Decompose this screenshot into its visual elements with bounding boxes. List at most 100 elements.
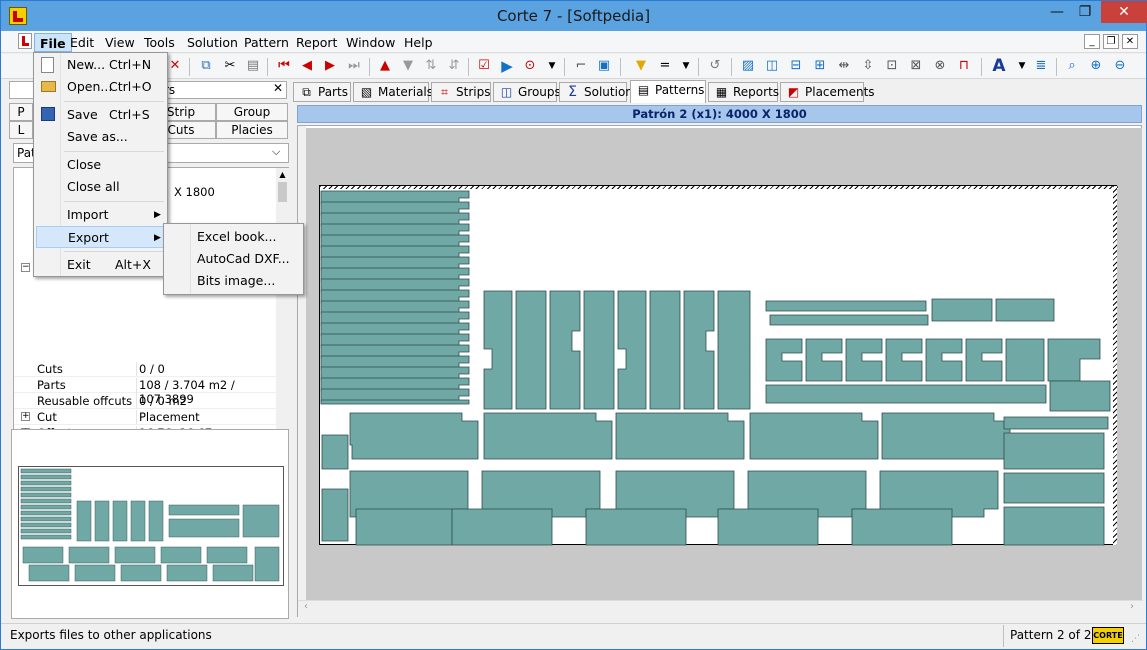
tab-placies[interactable]: Placies [216, 121, 288, 139]
options-dropdown-icon[interactable]: ▼ [544, 58, 560, 74]
previous-record-icon[interactable]: ◀ [299, 58, 315, 74]
nesting-layout-svg [320, 190, 1111, 546]
tab-parts[interactable]: ⧉ Parts [293, 82, 351, 102]
frame-icon[interactable]: ⊓ [956, 58, 972, 74]
options-icon[interactable]: ⊙ [522, 58, 538, 74]
scroll-left-icon[interactable]: ‹ [304, 601, 308, 612]
mdi-minimize-icon[interactable]: _ [1084, 34, 1100, 49]
first-record-icon[interactable]: ⏮ [276, 58, 292, 74]
resize-grip-icon[interactable]: ⋰ [1131, 634, 1140, 644]
menu-item-import[interactable]: Import ▶ [36, 204, 165, 226]
equals-icon[interactable]: = [657, 58, 673, 74]
minimize-window-icon[interactable]: — [1043, 1, 1071, 23]
zoom-icon[interactable]: ⌕ [1064, 58, 1080, 74]
cut-icon[interactable]: ✂ [222, 58, 238, 74]
font-icon[interactable]: A [991, 58, 1007, 75]
checklist-icon[interactable]: ☑ [476, 58, 492, 74]
menu-pattern[interactable]: Pattern [239, 33, 294, 52]
layout-icon[interactable]: ⌐ [573, 58, 589, 74]
font-dropdown-icon[interactable]: ▼ [1014, 58, 1030, 74]
tab-left-l[interactable]: L [9, 121, 33, 139]
sort-ascending-icon[interactable]: ⇅ [423, 58, 439, 74]
close-window-icon[interactable]: ✕ [1101, 1, 1147, 23]
fit-icon[interactable]: ⊡ [884, 58, 900, 74]
tab-group[interactable]: Group [216, 103, 288, 121]
menu-item-new[interactable]: New... Ctrl+N [36, 54, 165, 76]
filter-dropdown-icon[interactable]: ▼ [678, 58, 694, 74]
window-tile-icon[interactable]: ▣ [596, 58, 612, 74]
menu-item-export-label: Export [68, 230, 109, 245]
tab-patterns[interactable]: ▤ Patterns [630, 80, 706, 103]
tab-materials[interactable]: ▧ Materials [353, 82, 433, 102]
menu-window[interactable]: Window [341, 33, 400, 52]
next-record-icon[interactable]: ▶ [322, 58, 338, 74]
menu-solution[interactable]: Solution [182, 33, 243, 52]
tab-strips[interactable]: ⌗ Strips [431, 82, 491, 102]
menu-item-close-all[interactable]: Close all [36, 176, 165, 198]
menu-report[interactable]: Report [291, 33, 342, 52]
filter-icon[interactable]: ▼ [633, 58, 649, 74]
chevron-down-icon[interactable]: ⌵ [272, 145, 280, 159]
tab-groups[interactable]: ◫ Groups [493, 82, 561, 102]
paste-icon[interactable]: ▤ [245, 58, 261, 74]
menu-item-open[interactable]: Open... Ctrl+O [36, 76, 165, 98]
scroll-right-icon[interactable]: › [1130, 601, 1134, 612]
copy-icon[interactable]: ⧉ [198, 58, 214, 74]
scroll-up-icon[interactable]: ▲ [277, 170, 288, 179]
zoom-box-icon[interactable]: ⊠ [908, 58, 924, 74]
canvas-background [306, 128, 1142, 602]
undo-icon[interactable]: ↺ [707, 58, 723, 74]
shrink-icon[interactable]: ⊗ [932, 58, 948, 74]
menu-edit[interactable]: Edit [65, 33, 99, 52]
last-record-icon[interactable]: ⏭ [346, 58, 362, 74]
menu-bar: File Edit View Tools Solution Pattern Re… [1, 31, 1146, 53]
expand-vertical-icon[interactable]: ⇳ [860, 58, 876, 74]
menu-item-export[interactable]: Export ▶ [36, 226, 165, 248]
collapse-icon[interactable]: − [21, 263, 30, 272]
tab-reports[interactable]: ▦ Reports [708, 82, 779, 102]
property-row[interactable]: + Cut Placement [14, 409, 276, 425]
menu-tools[interactable]: Tools [139, 33, 180, 52]
menu-item-exit[interactable]: Exit Alt+X [36, 254, 165, 276]
status-page: Pattern 2 of 2 [1010, 628, 1092, 642]
hatch-icon[interactable]: ▨ [740, 58, 756, 74]
align-icon[interactable]: ⊞ [812, 58, 828, 74]
horizontal-scrollbar[interactable]: ‹ › [298, 600, 1143, 617]
text-align-icon[interactable]: ≣ [1033, 58, 1049, 74]
pattern-canvas[interactable]: ‹ › [297, 125, 1143, 617]
menu-item-exit-shortcut: Alt+X [115, 257, 151, 272]
zoom-in-icon[interactable]: ⊕ [1088, 58, 1104, 74]
property-row[interactable]: Cuts 0 / 0 [14, 361, 276, 377]
tab-solution[interactable]: Σ Solution [559, 82, 633, 102]
menu-help[interactable]: Help [399, 33, 438, 52]
menu-item-close[interactable]: Close [36, 154, 165, 176]
sort-descending-icon[interactable]: ⇵ [446, 58, 462, 74]
zoom-out-icon[interactable]: ⊖ [1112, 58, 1128, 74]
tab-placements[interactable]: ◩ Placements [780, 82, 875, 102]
scroll-thumb[interactable] [278, 182, 287, 202]
mdi-restore-icon[interactable]: ❐ [1103, 34, 1119, 49]
property-row[interactable]: Parts 108 / 3.704 m2 / 107.3899 [14, 377, 276, 406]
move-down-icon[interactable]: ▼ [400, 58, 416, 74]
close-panel-icon[interactable]: ✕ [273, 81, 285, 95]
split-vertical-icon[interactable]: ◫ [764, 58, 780, 74]
expand-icon[interactable]: + [21, 412, 30, 421]
top-value-fragment: X 1800 [174, 185, 215, 199]
menu-item-save[interactable]: Save Ctrl+S [36, 104, 165, 126]
menu-item-excel-book[interactable]: Excel book... [166, 226, 301, 248]
menu-item-bits-image[interactable]: Bits image... [166, 270, 301, 292]
delete-icon[interactable]: ✕ [167, 58, 183, 74]
property-row[interactable]: Reusable offcuts 0 / 0 m2 [14, 393, 276, 409]
expand-horizontal-icon[interactable]: ⇹ [836, 58, 852, 74]
mdi-close-icon[interactable]: ✕ [1122, 34, 1138, 49]
restore-window-icon[interactable]: ❐ [1071, 1, 1099, 23]
run-icon[interactable]: ▶ [499, 58, 515, 74]
new-file-icon [41, 57, 54, 73]
menu-item-save-as[interactable]: Save as... [36, 126, 165, 148]
menu-view[interactable]: View [100, 33, 140, 52]
tab-left-parts[interactable]: P [9, 103, 33, 121]
menu-item-bits-image-label: Bits image... [197, 273, 276, 288]
move-up-icon[interactable]: ▲ [377, 58, 393, 74]
menu-item-autocad-dxf[interactable]: AutoCad DXF... [166, 248, 301, 270]
split-horizontal-icon[interactable]: ⊟ [788, 58, 804, 74]
